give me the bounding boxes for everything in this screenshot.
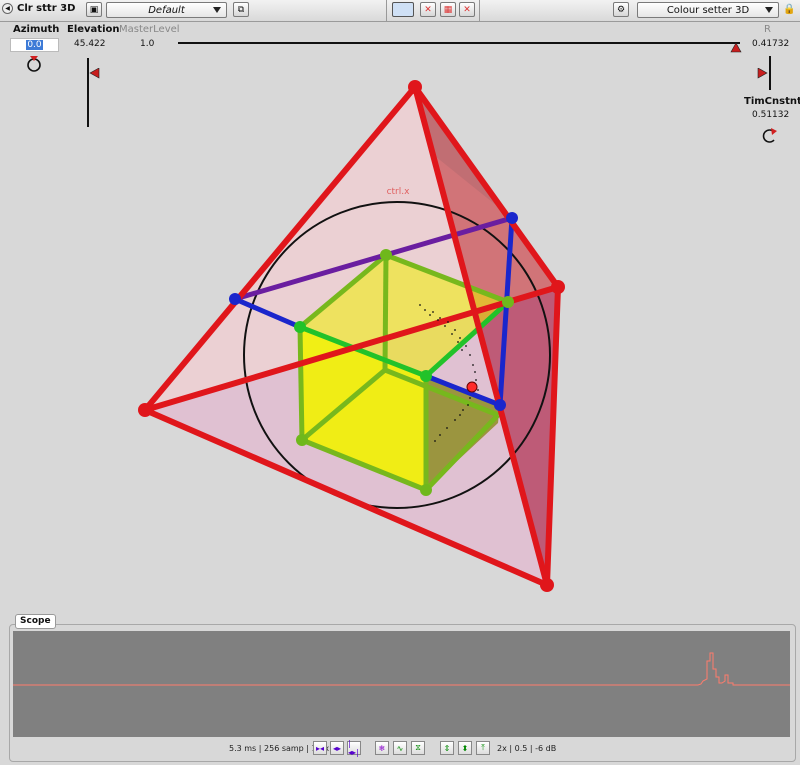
scope-hold-button[interactable]: ⧖ (411, 741, 425, 755)
zoom-in-icon: ▸◂ (315, 743, 325, 753)
current-color-point[interactable] (466, 381, 478, 393)
scope-zoom-out-button[interactable]: ◂▸ (330, 741, 344, 755)
scope-freeze-button[interactable]: ❄ (375, 741, 389, 755)
vzoom-out-icon: ⬍ (461, 743, 469, 753)
color-space-view[interactable]: ctrl.x (0, 0, 800, 620)
scope-wave-button[interactable]: ∿ (393, 741, 407, 755)
scope-vzoom-in-button[interactable]: ⇕ (440, 741, 454, 755)
wave-icon: ∿ (396, 743, 404, 753)
scope-zoom-in-button[interactable]: ▸◂ (313, 741, 327, 755)
zoom-out-icon: ◂▸ (332, 743, 342, 753)
ctrl-label: ctrl.x (387, 187, 411, 197)
scope-vzoom-out-button[interactable]: ⬍ (458, 741, 472, 755)
scope-tab[interactable]: Scope (15, 614, 56, 629)
scope-vfit-button[interactable]: ⤒ (476, 741, 490, 755)
scope-gain: 2x | 0.5 | -6 dB (497, 744, 557, 753)
scope-fit-button[interactable]: |◂▸| (347, 739, 361, 757)
fit-icon: |◂▸| (348, 739, 359, 757)
hold-icon: ⧖ (415, 743, 421, 752)
vzoom-in-icon: ⇕ (443, 743, 451, 753)
scope-plot[interactable] (13, 631, 790, 737)
scope-waveform (13, 652, 790, 686)
vfit-icon: ⤒ (481, 743, 485, 752)
snowflake-icon: ❄ (378, 743, 386, 753)
